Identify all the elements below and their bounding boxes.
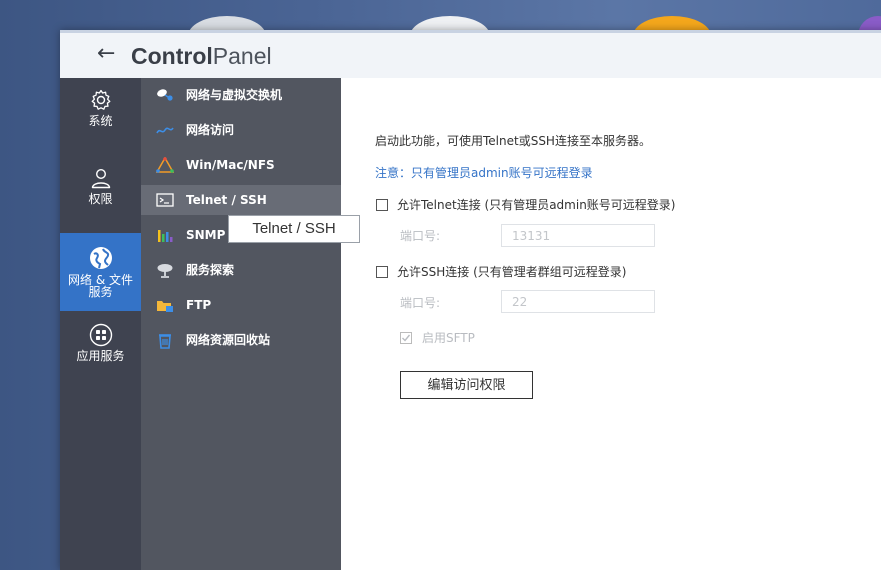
tooltip-telnet-ssh: Telnet / SSH <box>228 215 360 243</box>
subnav-item-recycle-bin[interactable]: 网络资源回收站 <box>141 325 341 355</box>
nav-item-system[interactable]: 系统 <box>60 88 141 148</box>
user-icon <box>91 168 110 189</box>
nav-item-app-services[interactable]: 应用服务 <box>60 323 141 383</box>
main-nav: 系统 权限 网络 & 文件 服务 应用服务 <box>60 78 141 570</box>
control-panel-window: ← ControlPanel 系统 权限 网络 & 文件 服务 应用服务 网络与… <box>60 30 881 570</box>
gear-icon <box>91 89 110 110</box>
grid-icon <box>89 323 112 347</box>
telnet-checkbox-label: 允许Telnet连接 (只有管理员admin账号可远程登录) <box>397 198 676 212</box>
subnav-label: Win/Mac/NFS <box>186 158 275 172</box>
win-mac-nfs-icon <box>156 157 174 173</box>
network-switch-icon <box>157 89 173 101</box>
title-light: Panel <box>212 43 272 69</box>
network-access-icon <box>156 127 174 134</box>
telnet-port-label: 端口号: <box>400 229 441 243</box>
subnav-item-service-discovery[interactable]: 服务探索 <box>141 255 341 285</box>
subnav-label: SNMP <box>186 228 226 242</box>
recycle-bin-icon <box>159 334 171 349</box>
note-text: 只有管理员admin账号可远程登录 <box>411 166 593 180</box>
ssh-port-label: 端口号: <box>400 296 441 310</box>
terminal-icon <box>156 193 174 207</box>
subnav-label: 服务探索 <box>186 263 235 277</box>
bar-chart-icon <box>158 230 173 242</box>
sftp-label: 启用SFTP <box>422 331 475 345</box>
subnav-label: Telnet / SSH <box>186 193 267 207</box>
back-arrow-icon[interactable]: ← <box>97 41 115 67</box>
note-line: 注意：只有管理员admin账号可远程登录 <box>375 166 593 180</box>
nav-label-app-services: 应用服务 <box>76 349 125 363</box>
nav-label-permissions: 权限 <box>88 192 113 206</box>
nav-label-network-line2: 服务 <box>88 285 113 299</box>
nav-label-system: 系统 <box>88 114 113 128</box>
subnav-item-ftp[interactable]: FTP <box>141 290 341 320</box>
sub-nav: 网络与虚拟交换机 网络访问 Win/Mac/NFS Telnet / SSH S… <box>141 78 341 570</box>
nav-item-network-file-services[interactable]: 网络 & 文件 服务 <box>60 233 141 311</box>
checkmark-icon <box>402 334 411 342</box>
edit-access-button[interactable]: 编辑访问权限 <box>400 371 533 399</box>
ssh-port-input[interactable]: 22 <box>501 290 655 313</box>
telnet-port-input[interactable]: 13131 <box>501 224 655 247</box>
subnav-item-network-access[interactable]: 网络访问 <box>141 115 341 145</box>
subnav-item-win-mac-nfs[interactable]: Win/Mac/NFS <box>141 150 341 180</box>
satellite-dish-icon <box>157 264 173 278</box>
subnav-label: FTP <box>186 298 212 312</box>
subnav-label: 网络与虚拟交换机 <box>186 88 283 102</box>
ssh-checkbox-label: 允许SSH连接 (只有管理者群组可远程登录) <box>397 265 627 279</box>
title-bar: ← ControlPanel <box>60 33 881 79</box>
subnav-item-network-switch[interactable]: 网络与虚拟交换机 <box>141 80 341 110</box>
subnav-label: 网络资源回收站 <box>186 333 271 347</box>
subnav-label: 网络访问 <box>186 123 235 137</box>
title-bold: Control <box>131 43 213 69</box>
ssh-checkbox[interactable] <box>376 266 388 278</box>
window-title: ControlPanel <box>131 42 272 70</box>
intro-text: 启动此功能，可使用Telnet或SSH连接至本服务器。 <box>375 134 651 148</box>
main-content: 启动此功能，可使用Telnet或SSH连接至本服务器。 注意：只有管理员admi… <box>341 78 881 570</box>
sftp-checkbox[interactable] <box>400 332 412 344</box>
telnet-checkbox[interactable] <box>376 199 388 211</box>
globe-icon <box>89 247 112 269</box>
subnav-item-telnet-ssh[interactable]: Telnet / SSH <box>141 185 341 215</box>
note-label: 注意： <box>375 166 412 180</box>
ftp-folder-icon <box>157 301 173 312</box>
nav-item-permissions[interactable]: 权限 <box>60 166 141 226</box>
